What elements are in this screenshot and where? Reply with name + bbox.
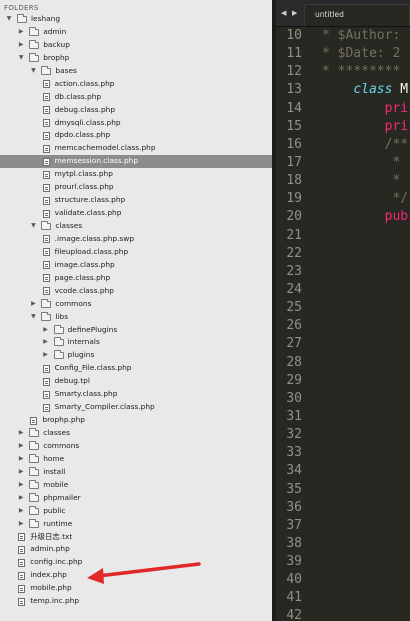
annotation-arrow-icon xyxy=(87,562,201,584)
